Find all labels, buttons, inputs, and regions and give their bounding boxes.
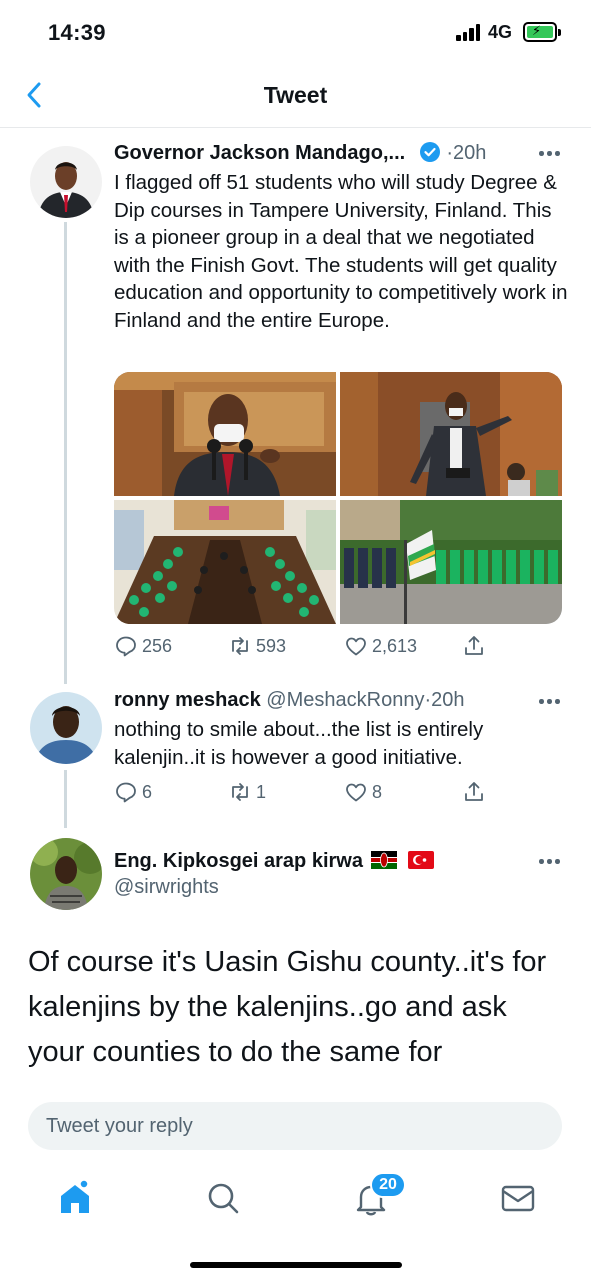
reply-input[interactable]: Tweet your reply (28, 1102, 562, 1150)
kenya-flag-icon (370, 851, 397, 869)
tweet-time: 20h (452, 142, 487, 164)
retweet-count: 593 (256, 635, 287, 656)
reply-2-header: Eng. Kipkosgei arap kirwa (114, 850, 435, 873)
share-icon (465, 782, 483, 801)
retweet-icon (232, 783, 248, 801)
share-icon (465, 636, 483, 655)
author-name[interactable]: Governor Jackson Mandago,... (114, 142, 405, 164)
network-type: 4G (488, 22, 513, 42)
main-tweet-header: Governor Jackson Mandago,... ·20h (114, 141, 486, 165)
heart-icon (346, 637, 366, 656)
author-handle[interactable]: @MeshackRonny (266, 689, 424, 711)
reply-1-actions: 6 1 8 (114, 780, 574, 810)
reply-icon (116, 782, 136, 803)
more-options-icon[interactable] (537, 697, 563, 705)
share-button[interactable] (462, 780, 486, 804)
reply-placeholder: Tweet your reply (46, 1115, 193, 1137)
reply-2-handle-row: @sirwrights (114, 876, 219, 899)
share-button[interactable] (462, 634, 486, 658)
reply-button[interactable]: 6 (114, 780, 152, 804)
thread-line (64, 222, 67, 684)
retweet-icon (232, 637, 248, 655)
status-bar: 14:39 4G ⚡ (0, 0, 591, 62)
author-name[interactable]: Eng. Kipkosgei arap kirwa (114, 850, 363, 872)
reply-text: nothing to smile about...the list is ent… (114, 718, 484, 769)
avatar-main-author[interactable] (30, 146, 102, 218)
heart-icon (346, 783, 366, 802)
thread-line (64, 770, 67, 828)
avatar-reply-1[interactable] (30, 692, 102, 764)
tweet-time: 20h (431, 689, 465, 711)
retweet-button[interactable]: 593 (228, 634, 286, 658)
retweet-count: 1 (256, 781, 267, 802)
home-icon[interactable] (55, 1178, 95, 1218)
like-count: 8 (372, 781, 383, 802)
like-button[interactable]: 8 (344, 780, 382, 804)
author-handle[interactable]: @sirwrights (114, 876, 219, 898)
like-button[interactable]: 2,613 (344, 634, 417, 658)
header: Tweet (0, 62, 591, 128)
more-options-icon[interactable] (537, 857, 563, 865)
tweet-media-grid (114, 372, 562, 624)
notification-count-badge: 20 (370, 1172, 406, 1198)
turkey-flag-icon (408, 851, 435, 869)
battery-charging-icon: ⚡ (523, 22, 561, 42)
photo-speaker-microphones[interactable] (114, 372, 336, 496)
retweet-button[interactable]: 1 (228, 780, 266, 804)
author-name[interactable]: ronny meshack (114, 689, 261, 711)
avatar-reply-2[interactable] (30, 838, 102, 910)
status-time: 14:39 (48, 20, 106, 45)
reply-1-header: ronny meshack @MeshackRonny·20h (114, 689, 465, 712)
signal-strength-icon (456, 23, 482, 41)
tweet-text: I flagged off 51 students who will study… (114, 171, 568, 332)
reply-icon (116, 636, 136, 657)
more-options-icon[interactable] (537, 149, 563, 157)
messages-envelope-icon[interactable] (498, 1178, 538, 1218)
photo-group-flag[interactable] (340, 500, 562, 624)
reply-button[interactable]: 256 (114, 634, 172, 658)
focused-tweet-text: Of course it's Uasin Gishu county..it's … (28, 946, 547, 1068)
reply-count: 6 (142, 781, 153, 802)
separator-dot: · (446, 142, 453, 164)
reply-count: 256 (142, 635, 173, 656)
like-count: 2,613 (372, 635, 418, 656)
verified-badge-icon (419, 142, 440, 162)
home-indicator[interactable] (190, 1262, 402, 1268)
search-icon[interactable] (203, 1178, 243, 1218)
photo-assembly-hall[interactable] (114, 500, 336, 624)
page-title: Tweet (263, 82, 328, 108)
photo-waving-official[interactable] (340, 372, 562, 496)
main-tweet-actions: 256 593 2,613 (114, 634, 574, 664)
